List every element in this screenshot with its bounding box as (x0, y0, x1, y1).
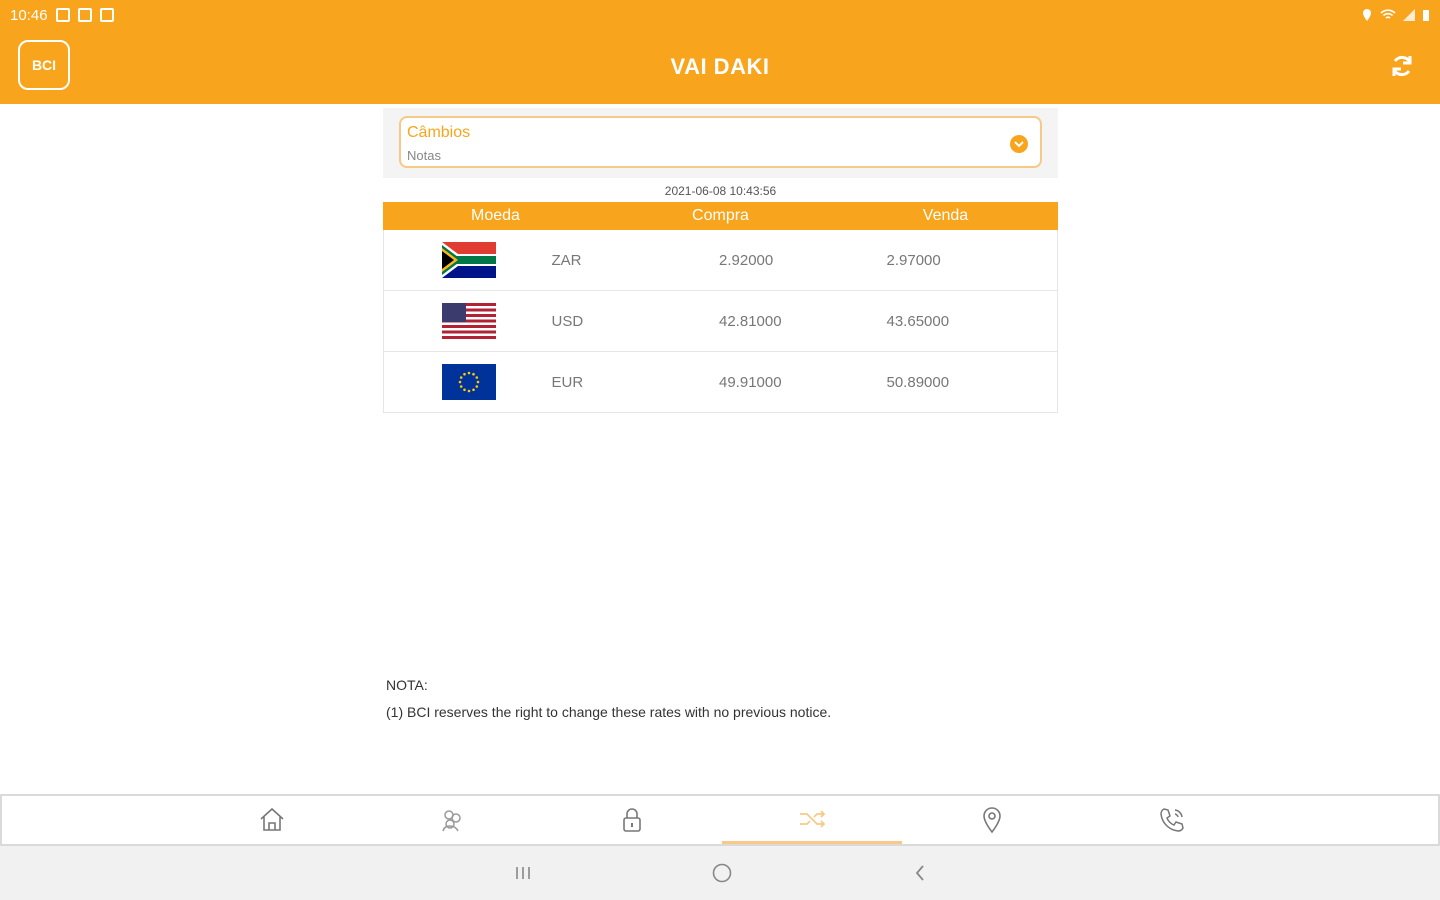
rate-type-dropdown[interactable]: Câmbios Notas (399, 116, 1042, 168)
buy-rate: 42.81000 (719, 312, 782, 330)
dropdown-value: Notas (407, 148, 441, 163)
header-buy: Compra (692, 207, 749, 224)
recent-apps-button[interactable] (508, 860, 538, 886)
currency-code: ZAR (551, 251, 582, 269)
selector-wrapper: Câmbios Notas (383, 108, 1058, 178)
header-sell: Venda (922, 207, 969, 224)
main-content: Câmbios Notas 2021-06-08 10:43:56 Moeda … (383, 104, 1058, 413)
task-notification-icon (99, 8, 114, 22)
table-row: USD 42.81000 43.65000 (383, 291, 1058, 352)
phone-icon (1160, 808, 1184, 832)
home-icon (260, 807, 284, 831)
disclaimer-note: NOTA: (1) BCI reserves the right to chan… (386, 672, 831, 726)
battery-status-icon (1423, 10, 1429, 21)
wifi-status-icon (1380, 9, 1396, 19)
gallery-notification-icon (55, 8, 70, 22)
tab-lock[interactable] (542, 796, 722, 844)
buy-rate: 2.92000 (719, 251, 774, 269)
lock-icon (623, 808, 641, 832)
usa-flag-icon (441, 303, 496, 339)
sell-rate: 2.97000 (886, 251, 941, 269)
app-bar: BCI VAI DAKI (0, 30, 1440, 104)
recent-apps-icon (516, 867, 530, 879)
location-pin-icon (983, 807, 1001, 834)
refresh-icon[interactable] (1386, 50, 1418, 82)
sell-rate: 50.89000 (886, 373, 950, 391)
location-status-icon (1363, 9, 1371, 21)
note-text: (1) BCI reserves the right to change the… (386, 704, 832, 720)
status-time: 10:46 (10, 6, 48, 24)
app-notification-icon (77, 8, 92, 22)
system-nav-bar (0, 846, 1440, 900)
logo-text: BCI (31, 57, 57, 73)
back-chevron-icon (915, 865, 924, 881)
status-bar: 10:46 (0, 0, 1440, 30)
tab-contact[interactable] (1082, 796, 1262, 844)
tab-people[interactable] (362, 796, 542, 844)
currency-code: USD (551, 312, 584, 330)
buy-rate: 49.91000 (719, 373, 782, 391)
eu-flag-icon (441, 364, 496, 400)
bottom-tab-bar (0, 794, 1440, 846)
note-title: NOTA: (386, 677, 428, 693)
signal-status-icon (1403, 9, 1415, 21)
table-row: ZAR 2.92000 2.97000 (383, 230, 1058, 291)
shuffle-icon (800, 809, 826, 828)
header-currency: Moeda (471, 207, 520, 224)
table-row: EUR 49.91000 50.89000 (383, 352, 1058, 413)
tab-home[interactable] (182, 796, 362, 844)
dropdown-label: Câmbios (407, 124, 471, 141)
tab-locations[interactable] (902, 796, 1082, 844)
home-nav-button[interactable] (707, 860, 737, 886)
sell-rate: 43.65000 (886, 312, 950, 330)
chevron-down-icon[interactable] (1010, 135, 1028, 153)
people-icon (442, 810, 461, 832)
rates-timestamp: 2021-06-08 10:43:56 (664, 184, 777, 198)
rates-table-header: Moeda Compra Venda (383, 202, 1058, 230)
bci-logo[interactable]: BCI (18, 40, 70, 90)
currency-code: EUR (551, 373, 584, 391)
home-circle-icon (712, 863, 732, 883)
app-title: VAI DAKI (670, 54, 770, 79)
back-nav-button[interactable] (905, 860, 935, 886)
tab-exchange[interactable] (722, 796, 902, 844)
south-africa-flag-icon (441, 242, 496, 278)
